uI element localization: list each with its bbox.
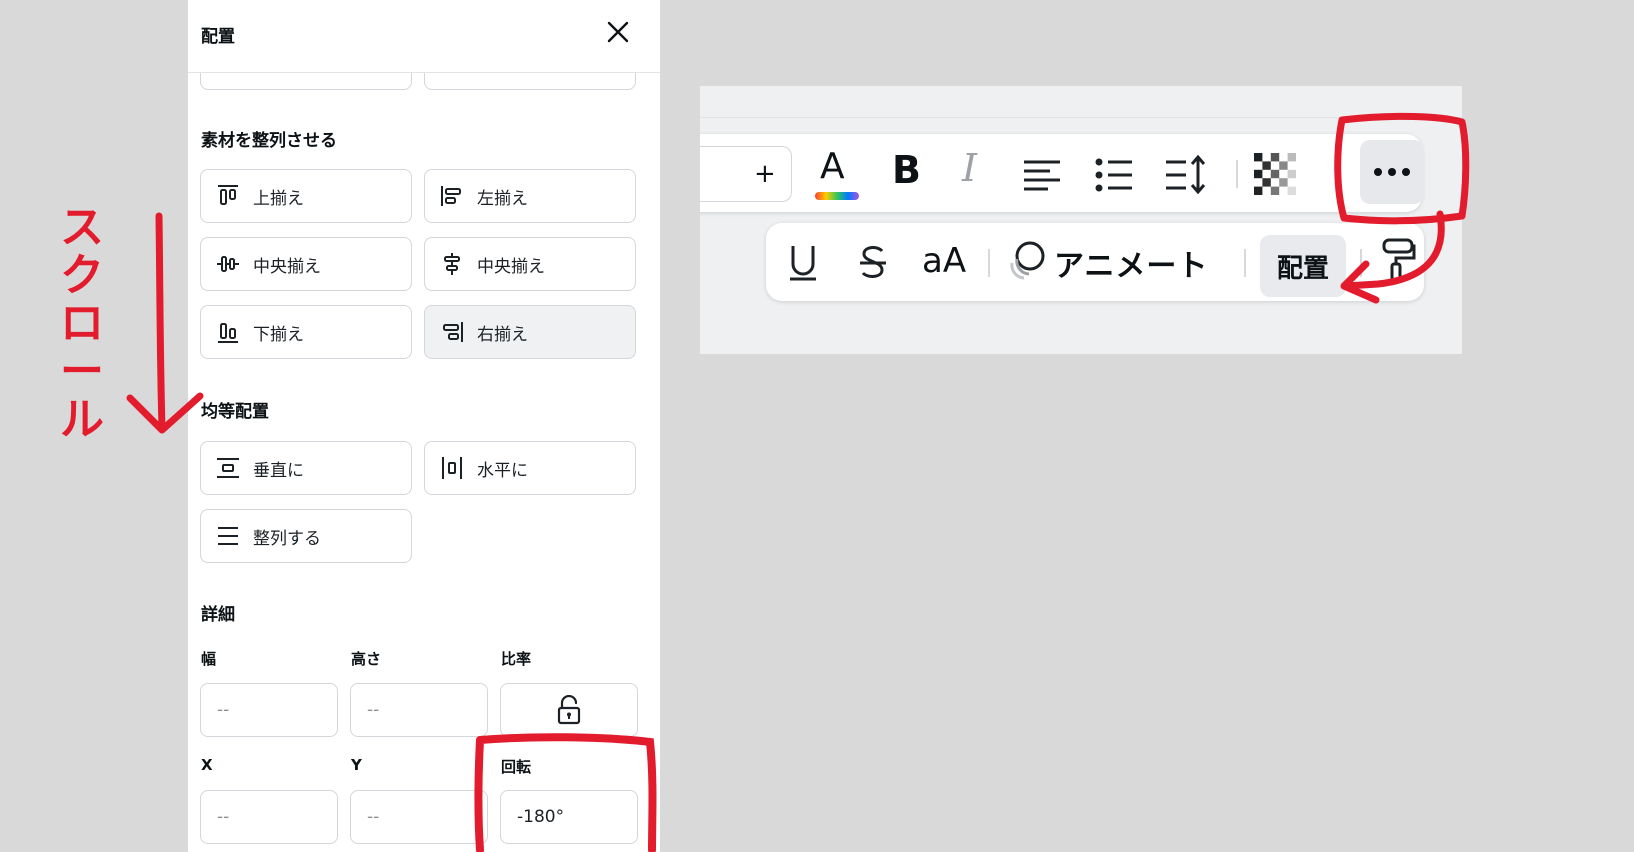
distribute-horizontal-icon — [442, 457, 462, 479]
italic-button[interactable]: I — [962, 146, 977, 190]
distribute-horizontal-label: 水平に — [477, 460, 528, 481]
x-label: X — [201, 756, 213, 774]
more-dot-icon — [1388, 168, 1396, 176]
align-top-label: 上揃え — [253, 188, 304, 209]
toolbar-separator — [1360, 249, 1362, 277]
toolbar-separator — [988, 249, 990, 277]
align-top-button[interactable]: 上揃え — [200, 169, 412, 223]
strikethrough-icon[interactable] — [858, 243, 888, 283]
toolbar-separator — [1236, 160, 1238, 188]
height-input[interactable]: -- — [350, 683, 488, 737]
align-middle-button[interactable]: 中央揃え — [200, 237, 412, 291]
distribute-vertical-icon — [217, 458, 239, 478]
y-input[interactable]: -- — [350, 790, 488, 844]
more-dot-icon — [1374, 168, 1382, 176]
rotation-input[interactable]: -180° — [500, 790, 638, 844]
align-section-title: 素材を整列させる — [201, 131, 337, 151]
scroll-annotation-text: スクロール — [60, 202, 104, 445]
unlock-icon — [557, 695, 581, 725]
align-middle-icon — [217, 256, 239, 272]
distribute-horizontal-button[interactable]: 水平に — [424, 441, 636, 495]
position-panel: 配置 素材を整列させる 上揃え 左揃え 中央揃え 中央揃え 下揃え 右揃え 均等… — [188, 0, 660, 852]
align-left-button[interactable]: 左揃え — [424, 169, 636, 223]
distribute-vertical-button[interactable]: 垂直に — [200, 441, 412, 495]
align-bottom-label: 下揃え — [253, 324, 304, 345]
panel-header: 配置 — [188, 0, 660, 73]
align-top-icon — [218, 185, 238, 205]
width-label: 幅 — [201, 650, 217, 668]
text-toolbar: 5 + A B I — [700, 134, 1422, 212]
details-section-title: 詳細 — [201, 605, 235, 625]
more-dot-icon — [1402, 168, 1410, 176]
rainbow-icon — [815, 192, 859, 200]
font-size-plus-button[interactable]: + — [754, 159, 776, 189]
tidy-up-label: 整列する — [253, 528, 321, 549]
toolbar-screenshot: 5 + A B I — [700, 86, 1462, 354]
align-bottom-icon — [218, 323, 238, 343]
animate-button[interactable]: アニメート — [1054, 241, 1208, 285]
align-center-icon — [444, 253, 460, 275]
tidy-up-button[interactable]: 整列する — [200, 509, 412, 563]
divider — [700, 117, 1462, 118]
bold-button[interactable]: B — [892, 148, 921, 192]
align-middle-label: 中央揃え — [253, 256, 321, 277]
line-spacing-icon[interactable] — [1164, 154, 1208, 194]
align-right-button[interactable]: 右揃え — [424, 305, 636, 359]
align-right-icon — [443, 322, 463, 342]
letter-case-button[interactable]: aA — [922, 241, 966, 281]
distribute-vertical-label: 垂直に — [253, 460, 304, 481]
align-left-icon — [441, 186, 461, 206]
width-input[interactable]: -- — [200, 683, 338, 737]
align-center-label: 中央揃え — [477, 256, 545, 277]
more-options-button[interactable] — [1360, 140, 1424, 204]
list-icon[interactable] — [1094, 154, 1134, 194]
text-align-icon[interactable] — [1022, 154, 1062, 194]
text-color-button[interactable]: A — [812, 146, 862, 202]
height-label: 高さ — [351, 650, 382, 668]
tidy-up-icon — [218, 527, 238, 545]
paint-roller-icon[interactable] — [1376, 237, 1416, 283]
underline-icon[interactable] — [788, 241, 818, 283]
ratio-lock-button[interactable] — [500, 683, 638, 737]
align-bottom-button[interactable]: 下揃え — [200, 305, 412, 359]
transparency-icon[interactable] — [1254, 153, 1296, 195]
text-color-letter: A — [820, 146, 845, 187]
align-center-button[interactable]: 中央揃え — [424, 237, 636, 291]
rotation-label: 回転 — [501, 758, 532, 776]
align-left-label: 左揃え — [477, 188, 528, 209]
close-icon[interactable] — [604, 18, 632, 46]
animate-icon[interactable] — [1004, 238, 1048, 282]
toolbar-separator — [1244, 249, 1246, 277]
font-size-stepper[interactable]: 5 + — [700, 146, 792, 202]
distribute-section-title: 均等配置 — [201, 402, 269, 422]
position-button[interactable]: 配置 — [1260, 235, 1346, 297]
align-right-label: 右揃え — [477, 324, 528, 345]
ratio-label: 比率 — [501, 650, 532, 668]
panel-title: 配置 — [201, 27, 235, 47]
y-label: Y — [351, 756, 362, 774]
x-input[interactable]: -- — [200, 790, 338, 844]
more-options-toolbar: aA アニメート 配置 — [766, 223, 1424, 301]
